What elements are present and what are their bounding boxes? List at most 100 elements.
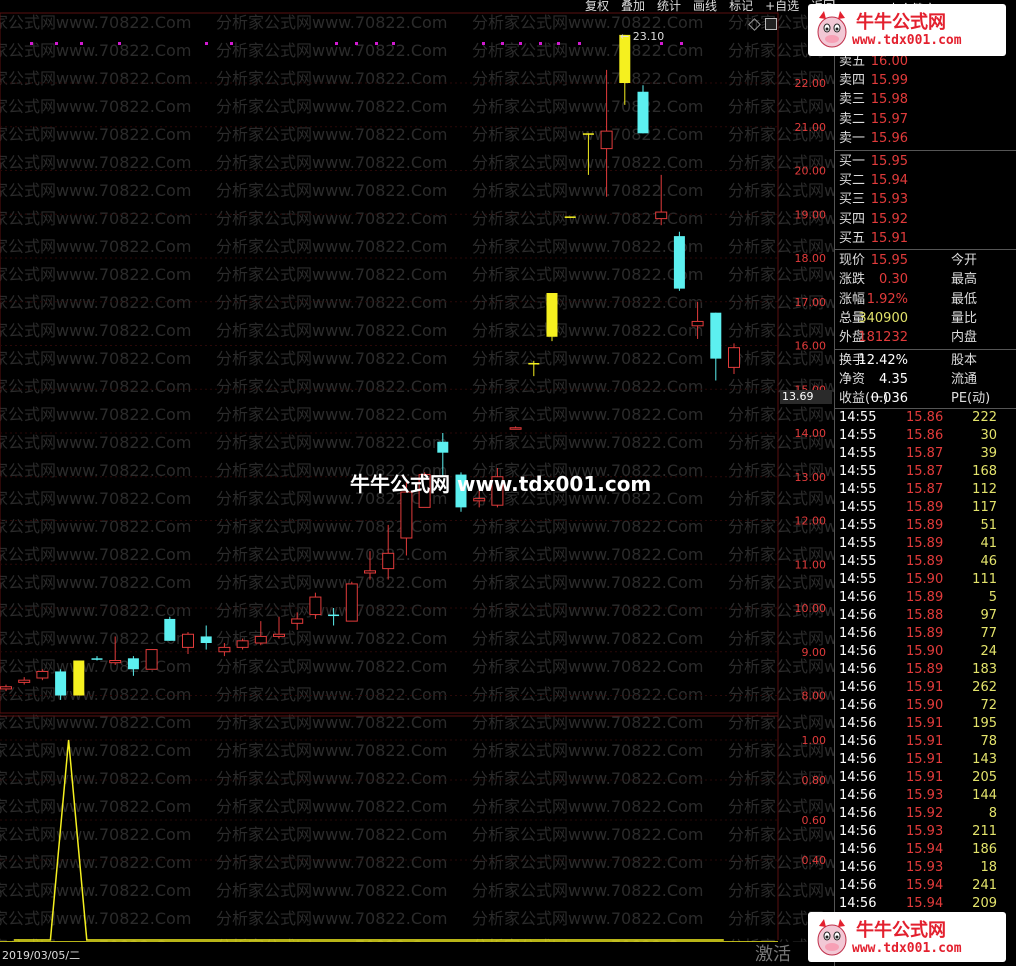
divider [834, 150, 1016, 151]
stat-label-2: 最低 [951, 291, 978, 307]
divider [834, 249, 1016, 250]
logo-badge-top: 牛牛公式网 www.tdx001.com [808, 4, 1006, 56]
price-tick-label: 17.00 [795, 296, 827, 309]
menu-add-watchlist[interactable]: +自选 [765, 0, 799, 13]
watermark-tile: 分析家公式网www.70822.Com [472, 321, 703, 340]
cow-logo-icon [817, 919, 847, 956]
tick-price: 15.91 [906, 752, 944, 768]
center-watermark: 牛牛公式网 www.tdx001.com [350, 472, 652, 496]
watermark-tile: 分析家公式网www.70822.Com [216, 321, 447, 340]
tick-price: 15.93 [906, 860, 944, 876]
tick-time: 14:56 [839, 662, 877, 678]
candle-body [73, 660, 85, 696]
watermark-tile: 分析家公式网www.70822.Com [472, 209, 703, 228]
watermark-tile: 分析家公式网www.70822.Com [216, 825, 447, 844]
tick-row: 14:56 15.94 186 [839, 841, 1011, 859]
tick-volume: 46 [980, 554, 997, 570]
tick-time: 14:56 [839, 716, 877, 732]
tick-price: 15.89 [906, 554, 944, 570]
watermark-tile: 分析家公式网www.70822.Com [216, 573, 447, 592]
watermark-tile: 分析家公式网www.70822.Com [472, 433, 703, 452]
watermark-tile: 分析家公式网www.70822.Com [216, 265, 447, 284]
tick-price: 15.86 [906, 428, 944, 444]
candle-body [273, 633, 285, 637]
tick-time: 14:56 [839, 608, 877, 624]
tick-volume: 209 [972, 896, 997, 912]
watermark-tile: 分析家公式网www.70822.Com [0, 349, 191, 368]
watermark-tile: 分析家公式网www.70822.Com [472, 657, 703, 676]
stat-row: 换手 12.42% 股本 [839, 351, 1011, 370]
watermark-tile: 分析家公式网www.70822.Com [216, 685, 447, 704]
divider [834, 348, 1016, 350]
watermark-tile: 分析家公式网www.70822.Com [216, 293, 447, 312]
tick-time: 14:55 [839, 536, 877, 552]
watermark-tile: 分析家公式网www.70822.Com [216, 237, 447, 256]
watermark-tile: 分析家公式网www.70822.Com [216, 741, 447, 760]
tick-time: 14:55 [839, 464, 877, 480]
menu-draw[interactable]: 画线 [693, 0, 717, 13]
watermark-tile: 分析家公式网www.70822.Com [216, 41, 447, 60]
watermark-tile: 分析家公式网www.70822.Com [0, 181, 191, 200]
candle-body [509, 427, 522, 430]
watermark-tile: 分析家公式网www.70822.Com [472, 601, 703, 620]
tick-time: 14:56 [839, 788, 877, 804]
signal-dot [578, 42, 581, 45]
watermark-tile: 分析家公式网www.70822.Com [0, 377, 191, 396]
date-readout: 2019/03/05/二 [2, 949, 81, 962]
peak-price-label: ← 23.10 [620, 30, 664, 43]
signal-dot [118, 42, 121, 45]
watermark-tile: 分析家公式网www.70822.Com [472, 853, 703, 872]
tick-volume: 205 [972, 770, 997, 786]
watermark-tile: 分析家公式网www.70822.Com [472, 237, 703, 256]
stat-label: 涨跌 [839, 272, 866, 288]
watermark-tile: 分析家公式网www.70822.Com [472, 797, 703, 816]
tick-row: 14:56 15.93 18 [839, 859, 1011, 877]
watermark-tile: 分析家公式网www.70822.Com [0, 545, 191, 564]
ask-label: 卖四 [839, 73, 866, 89]
window-toggle-icon[interactable] [765, 18, 777, 30]
signal-dot [355, 42, 358, 45]
menu-overlay[interactable]: 叠加 [621, 0, 645, 13]
stat-row: 外盘 181232 内盘 [839, 328, 1011, 347]
watermark-tile: 分析家公式网www.70822.Com [0, 237, 191, 256]
candle-body [254, 635, 267, 644]
bid-label: 买五 [839, 230, 866, 246]
tick-row: 14:56 15.94 209 [839, 895, 1011, 913]
tick-time: 14:55 [839, 428, 877, 444]
candle-body [109, 660, 122, 664]
tick-time: 14:56 [839, 842, 877, 858]
watermark-tile: 分析家公式网www.70822.Com [472, 13, 703, 32]
watermark-tile: 分析家公式网www.70822.Com [0, 629, 191, 648]
tick-volume: 51 [980, 518, 997, 534]
watermark-tile: 分析家公式网www.70822.Com [472, 405, 703, 424]
watermark-tile: 分析家公式网www.70822.Com [216, 209, 447, 228]
tick-row: 14:56 15.91 262 [839, 679, 1011, 697]
signal-dot [30, 42, 33, 45]
tick-volume: 72 [980, 698, 997, 714]
menu-stats[interactable]: 统计 [657, 0, 681, 13]
watermark-tile: 分析家公式网www.70822.Com [728, 181, 834, 200]
tick-time: 14:56 [839, 644, 877, 660]
watermark-tile: 分析家公式网www.70822.Com [472, 685, 703, 704]
watermark-tile: 分析家公式网www.70822.Com [216, 377, 447, 396]
ask-label: 卖二 [839, 111, 866, 127]
watermark-tile: 分析家公式网www.70822.Com [216, 349, 447, 368]
watermark-tile: 分析家公式网www.70822.Com [0, 209, 191, 228]
watermark-tile: 分析家公式网www.70822.Com [0, 153, 191, 172]
watermark-tile: 分析家公式网www.70822.Com [216, 909, 447, 928]
tick-row: 14:55 15.89 117 [839, 499, 1011, 517]
signal-dot [55, 42, 58, 45]
tick-volume: 5 [988, 590, 997, 606]
indicator-tick-label: 0.60 [802, 814, 827, 827]
stat-label-2: 最高 [951, 272, 978, 288]
tick-volume: 97 [980, 608, 997, 624]
tick-volume: 18 [980, 860, 997, 876]
candle-body [36, 670, 49, 679]
watermark-tile: 分析家公式网www.70822.Com [216, 69, 447, 88]
tick-volume: 24 [980, 644, 997, 660]
watermark-tile: 分析家公式网www.70822.Com [728, 97, 834, 116]
menu-mark[interactable]: 标记 [729, 0, 753, 13]
bottom-bar [0, 942, 834, 966]
menu-fuquan[interactable]: 复权 [585, 0, 609, 13]
watermark-tile: 分析家公式网www.70822.Com [472, 265, 703, 284]
